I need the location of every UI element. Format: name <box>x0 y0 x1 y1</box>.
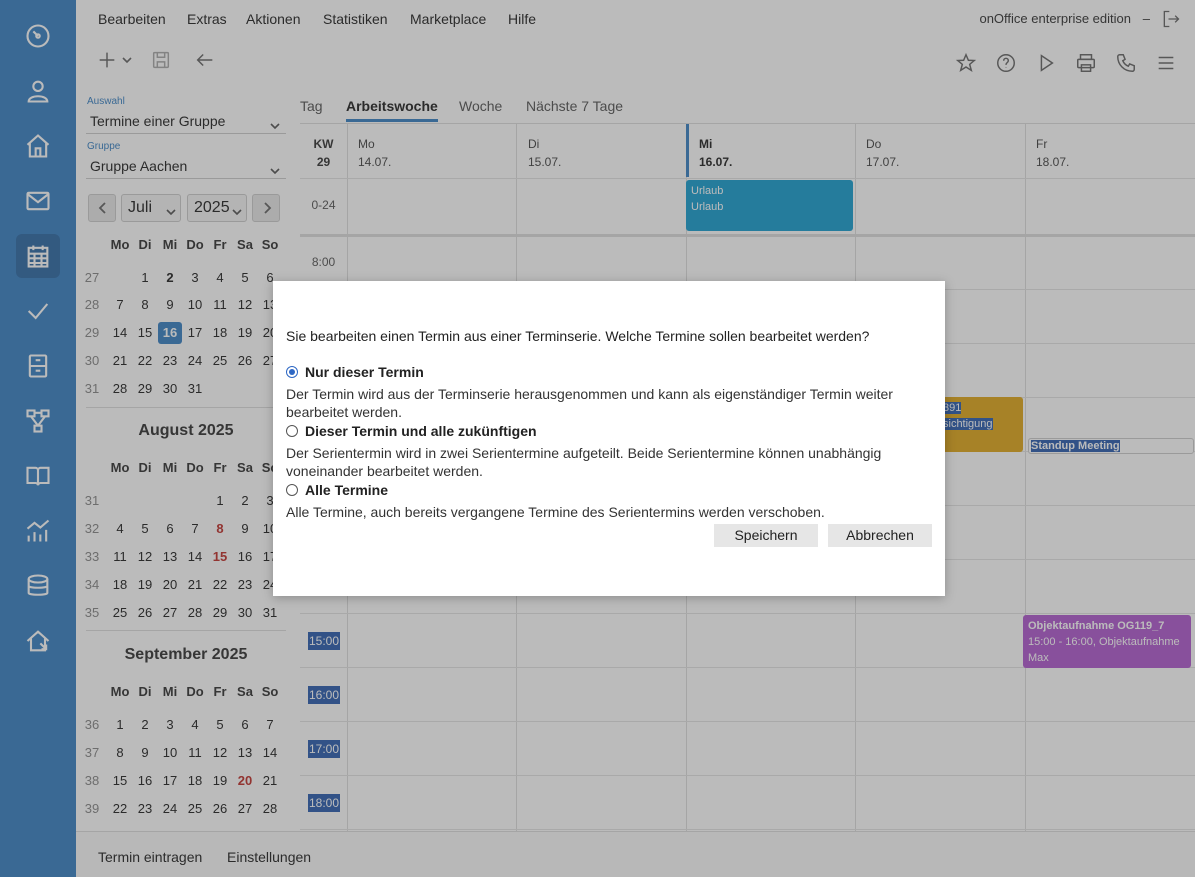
option-description: Der Serientermin wird in zwei Serienterm… <box>286 445 882 479</box>
dialog-question: Sie bearbeiten einen Termin aus einer Te… <box>286 328 870 344</box>
option-label: Alle Termine <box>305 482 388 498</box>
radio-button[interactable] <box>286 484 298 496</box>
cancel-button[interactable]: Abbrechen <box>828 524 932 547</box>
radio-button[interactable] <box>286 366 298 378</box>
option-label: Nur dieser Termin <box>305 364 424 380</box>
option-label: Dieser Termin und alle zukünftigen <box>305 423 537 439</box>
radio-button[interactable] <box>286 425 298 437</box>
series-edit-dialog: Sie bearbeiten einen Termin aus einer Te… <box>273 281 945 596</box>
option-only-this[interactable]: Nur dieser Termin <box>286 364 424 380</box>
option-description: Der Termin wird aus der Terminserie hera… <box>286 386 893 420</box>
option-this-and-future[interactable]: Dieser Termin und alle zukünftigen <box>286 423 537 439</box>
option-all[interactable]: Alle Termine <box>286 482 388 498</box>
save-button[interactable]: Speichern <box>714 524 818 547</box>
option-description: Alle Termine, auch bereits vergangene Te… <box>286 504 825 520</box>
